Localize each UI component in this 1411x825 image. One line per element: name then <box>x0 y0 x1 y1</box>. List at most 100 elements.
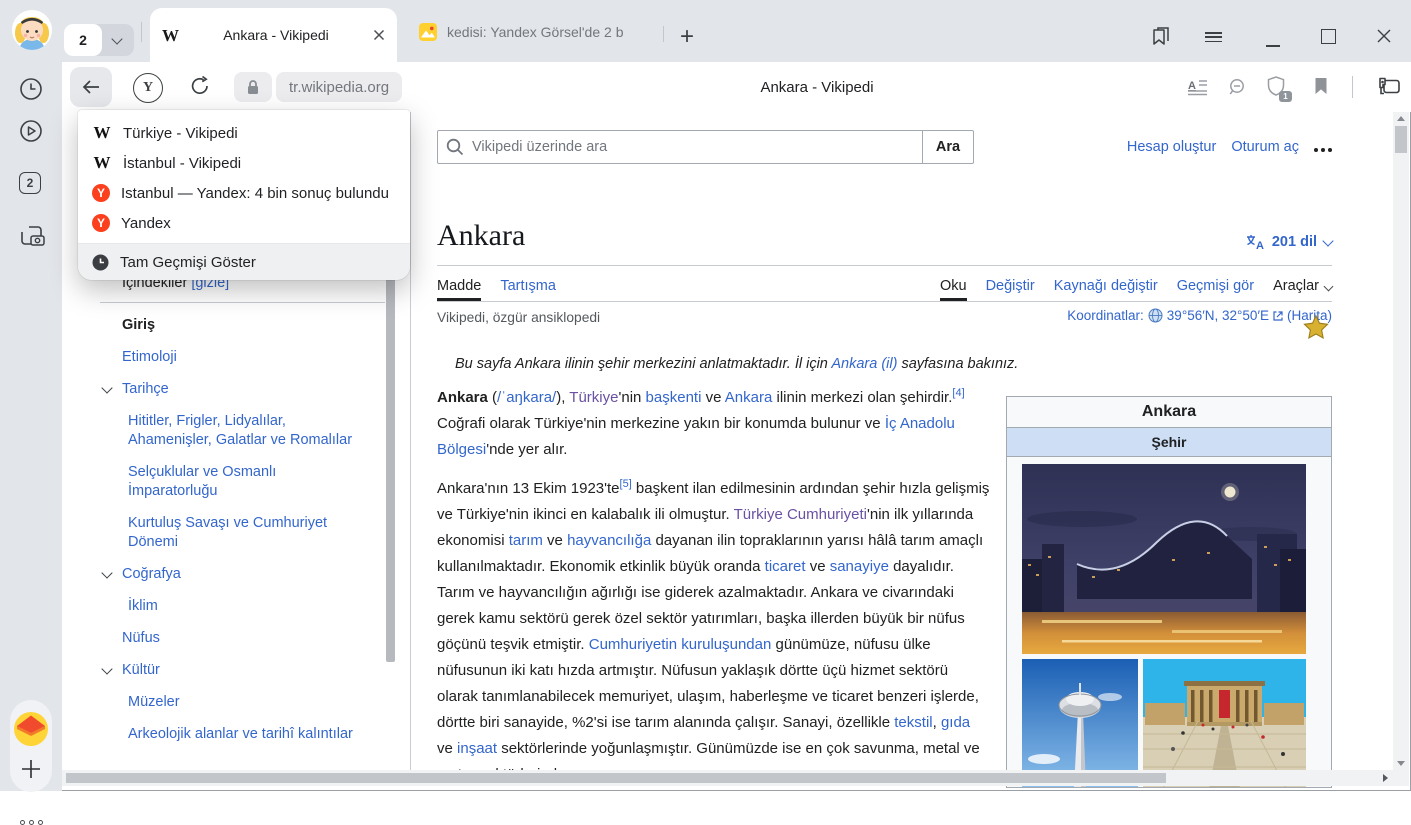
browser-menu-button[interactable] <box>1205 24 1229 54</box>
wiki-link[interactable]: sanayiye <box>830 558 889 575</box>
passwords-button[interactable] <box>1373 77 1401 96</box>
tab-tartisma[interactable]: Tartışma <box>500 278 556 301</box>
coordinates-label[interactable]: Koordinatlar: <box>1067 308 1144 323</box>
bookmark-button[interactable] <box>1314 77 1328 95</box>
wiki-link[interactable]: inşaat <box>457 740 497 757</box>
wiki-link[interactable]: tekstil <box>894 714 932 731</box>
featured-article-star-icon[interactable] <box>1303 314 1329 340</box>
chevron-down-icon[interactable] <box>101 382 112 393</box>
toc-item[interactable]: Giriş <box>100 316 370 335</box>
wiki-link[interactable]: hayvancılığa <box>567 532 651 549</box>
tab-oku[interactable]: Oku <box>940 278 967 301</box>
toc-item[interactable]: Selçuklular ve Osmanlı İmparatorluğu <box>100 463 360 501</box>
bookmarks-panel-button[interactable] <box>1149 24 1173 48</box>
tab-degistir[interactable]: Değiştir <box>986 278 1035 301</box>
sidebar-more-button[interactable] <box>0 820 62 825</box>
tab-madde[interactable]: Madde <box>437 278 481 301</box>
horizontal-scrollbar[interactable] <box>62 770 1393 786</box>
screenshot-icon <box>19 224 45 248</box>
wiki-link[interactable]: tarım <box>509 532 543 549</box>
back-button[interactable] <box>70 67 112 107</box>
profile-avatar[interactable] <box>12 10 52 50</box>
address-bar[interactable]: tr.wikipedia.org <box>276 72 402 102</box>
vertical-scroll-thumb[interactable] <box>1395 126 1407 153</box>
chevron-down-icon[interactable] <box>101 567 112 578</box>
wiki-link[interactable]: Ankara <box>725 389 773 406</box>
history-item[interactable]: YIstanbul — Yandex: 4 bin sonuç bulundu <box>78 178 410 208</box>
reader-mode-button[interactable]: A <box>1188 78 1208 96</box>
wiki-link[interactable]: gıda <box>941 714 970 731</box>
tools-label: Araçlar <box>1273 278 1319 294</box>
protect-button[interactable]: 1 <box>1267 76 1287 98</box>
zoom-button[interactable] <box>1228 78 1246 96</box>
wiki-link[interactable]: Türkiye <box>569 389 618 406</box>
reload-button[interactable] <box>188 74 212 98</box>
screenshot-button[interactable] <box>19 224 43 248</box>
minimize-button[interactable] <box>1261 24 1285 58</box>
toc-item-label: Kültür <box>122 662 160 678</box>
history-panel-button[interactable] <box>19 77 43 101</box>
text-segment: ve <box>437 740 457 757</box>
toc-item-label: Tarihçe <box>122 381 169 397</box>
login-link[interactable]: Oturum aç <box>1231 139 1299 155</box>
search-input[interactable] <box>437 130 923 164</box>
wiki-link[interactable]: ticaret <box>765 558 806 575</box>
toc-item[interactable]: Kurtuluş Savaşı ve Cumhuriyet Dönemi <box>100 514 360 552</box>
infobox-image-ankara-skyline-night[interactable] <box>1022 464 1316 654</box>
tab-gecmisi-gor[interactable]: Geçmişi gör <box>1177 278 1254 301</box>
text-segment: ilinin merkezi olan şehirdir. <box>772 389 952 406</box>
scroll-down-arrow[interactable] <box>1397 761 1405 766</box>
reference-link[interactable]: [5] <box>620 478 632 490</box>
toc-item[interactable]: Coğrafya <box>100 565 370 584</box>
toc-item[interactable]: Müzeler <box>100 693 360 712</box>
toc-panel-border <box>410 112 411 770</box>
ellipsis-menu-icon[interactable] <box>1314 143 1332 152</box>
tab-kedisi[interactable]: kedisi: Yandex Görsel'de 2 b <box>405 14 661 50</box>
clock-icon <box>19 77 43 101</box>
article-title: Ankara <box>437 219 525 253</box>
yandex-services-button[interactable]: Y <box>133 73 163 103</box>
search-button[interactable]: Ara <box>922 130 974 164</box>
history-item[interactable]: YYandex <box>78 208 410 238</box>
wiki-link[interactable]: başkenti <box>646 389 702 406</box>
scroll-right-arrow[interactable] <box>1383 774 1388 782</box>
create-account-link[interactable]: Hesap oluştur <box>1127 139 1216 155</box>
toc-item[interactable]: Hititler, Frigler, Lidyalılar, Ahamenişl… <box>100 412 360 450</box>
language-selector[interactable]: A 201 dil <box>1246 234 1332 250</box>
wiki-link[interactable]: Ankara (il) <box>831 356 897 372</box>
add-service-button[interactable] <box>21 759 41 779</box>
new-tab-button[interactable]: + <box>672 22 702 52</box>
toc-item[interactable]: İklim <box>100 597 360 616</box>
wiki-link[interactable]: Türkiye Cumhuriyeti <box>734 506 867 523</box>
vertical-scrollbar[interactable] <box>1393 112 1409 770</box>
chevron-down-icon[interactable] <box>101 663 112 674</box>
wiki-link[interactable]: /ˈaŋkara/ <box>497 389 556 406</box>
tabs-panel-button[interactable]: 2 <box>19 172 43 196</box>
maximize-button[interactable] <box>1316 24 1340 48</box>
toc-item[interactable]: Etimoloji <box>100 348 370 367</box>
infobox-image-atakule-tower[interactable] <box>1022 659 1138 788</box>
close-window-button[interactable] <box>1372 24 1396 48</box>
toc-item[interactable]: Kültür <box>100 661 370 680</box>
tools-menu[interactable]: Araçlar <box>1273 278 1332 301</box>
show-full-history-item[interactable]: Tam Geçmişi Göster <box>78 244 410 280</box>
toc-item[interactable]: Nüfus <box>100 629 370 648</box>
scroll-up-arrow[interactable] <box>1397 116 1405 121</box>
history-item[interactable]: Wİstanbul - Vikipedi <box>78 148 410 178</box>
media-panel-button[interactable] <box>19 119 43 143</box>
wiki-link[interactable]: Cumhuriyetin kuruluşundan <box>589 636 772 653</box>
history-item[interactable]: WTürkiye - Vikipedi <box>78 118 410 148</box>
tab-kaynagi-degistir[interactable]: Kaynağı değiştir <box>1054 278 1158 301</box>
tab-counter[interactable]: 2 <box>64 24 134 56</box>
tab-ankara[interactable]: W Ankara - Vikipedi <box>150 8 397 62</box>
toc-scrollbar[interactable] <box>386 278 395 662</box>
tab-close-icon[interactable] <box>373 29 385 41</box>
horizontal-scroll-thumb[interactable] <box>66 773 1166 783</box>
toc-item[interactable]: Tarihçe <box>100 380 370 399</box>
coordinates-value[interactable]: 39°56′N, 32°50′E <box>1167 308 1269 323</box>
reference-link[interactable]: [4] <box>952 387 964 399</box>
site-security-button[interactable] <box>234 72 272 102</box>
infobox-image-anitkabir[interactable] <box>1143 659 1306 788</box>
toc-item[interactable]: Arkeolojik alanlar ve tarihî kalıntılar <box>100 725 360 744</box>
yandex-mail-button[interactable] <box>14 712 48 746</box>
